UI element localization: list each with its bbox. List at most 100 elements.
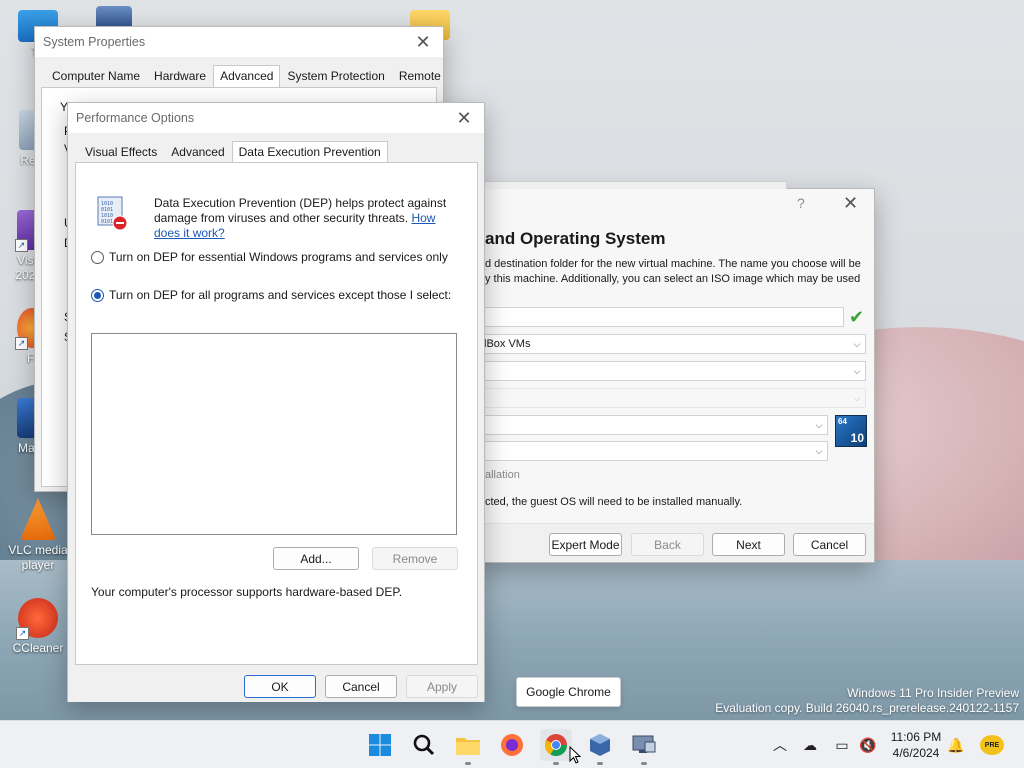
window-title: System Properties [43,35,146,49]
dep-shield-icon: 1010 0101 1010 0101 [97,196,128,231]
clock-time: 11:06 PM [890,730,942,744]
chrome-button[interactable] [540,729,572,765]
vm-folder-select[interactable]: lBox VMs ⌵ [479,334,866,354]
taskbar-tooltip: Google Chrome [516,677,621,707]
back-button: Back [631,533,704,556]
apply-button: Apply [406,675,478,698]
manual-install-note: cted, the guest OS will need to be insta… [485,496,743,508]
next-button[interactable]: Next [712,533,785,556]
onedrive-offline-icon[interactable]: ☁ [800,735,820,755]
help-icon[interactable]: ? [797,195,805,211]
skip-unattended-label[interactable]: allation [485,469,520,481]
radio-all-except[interactable] [91,288,104,302]
firefox-button[interactable] [496,729,528,761]
radio-essential-label: Turn on DEP for essential Windows progra… [109,250,448,264]
dep-exceptions-list[interactable] [91,333,457,535]
shortcut-arrow-icon: ↗ [15,337,28,350]
os-version-select[interactable]: ⌵ [479,441,828,461]
chevron-down-icon: ⌵ [815,445,823,456]
firefox-icon [501,734,523,756]
remove-button: Remove [372,547,458,570]
close-icon[interactable]: ✕ [403,27,443,57]
running-indicator [597,762,603,765]
vm-folder-value: lBox VMs [484,338,531,350]
ok-button[interactable]: OK [244,675,316,698]
iso-image-select[interactable]: ⌵ [479,361,866,381]
valid-checkmark-icon: ✔ [849,307,865,327]
network-icon[interactable]: ▭ [832,735,852,755]
chevron-down-icon: ⌵ [815,419,823,430]
dep-panel: 1010 0101 1010 0101 Data Execution Preve… [75,162,478,665]
radio-all-except-label: Turn on DEP for all programs and service… [109,288,452,302]
ccleaner-icon: ↗ [16,598,58,640]
shortcut-arrow-icon: ↗ [15,239,28,252]
system-properties-titlebar: System Properties ✕ [35,27,443,57]
close-icon[interactable]: ✕ [843,193,858,214]
watermark-line2: Evaluation copy. Build 26040.rs_prerelea… [715,701,1019,715]
start-icon [369,734,391,756]
cancel-button[interactable]: Cancel [793,533,866,556]
background-window-edge [471,181,787,189]
os-badge-version: 10 [850,431,864,445]
running-indicator [465,762,471,765]
chevron-down-icon: ⌵ [853,338,861,349]
performance-options-tabs: Visual Effects Advanced Data Execution P… [68,141,484,164]
desktop-icon-vlc[interactable]: VLC media player [6,498,70,573]
insider-pre-icon[interactable]: PRE [980,735,1004,755]
window-title: Performance Options [76,111,195,125]
wizard-description: d destination folder for the new virtual… [485,258,861,285]
file-explorer-button[interactable] [452,729,484,765]
chevron-down-icon: ⌵ [853,392,861,403]
running-indicator [641,762,647,765]
virtualbox-create-vm-window: ? ✕ and Operating System d destination f… [470,181,875,563]
os-watermark: Windows 11 Pro Insider Preview Evaluatio… [715,686,1019,716]
start-button[interactable] [364,729,396,761]
running-indicator [553,762,559,765]
system-monitor-button[interactable] [628,729,660,765]
shortcut-arrow-icon: ↗ [16,627,29,640]
taskbar: ︿ ☁ ▭ 🔇 🔔 PRE 11:06 PM 4/6/2024 [0,720,1024,768]
tab-data-execution-prevention[interactable]: Data Execution Prevention [231,141,388,164]
close-icon[interactable]: ✕ [444,103,484,133]
system-properties-tabs: Computer Name Hardware Advanced System P… [35,65,443,88]
clock[interactable]: 11:06 PM 4/6/2024 [888,729,944,761]
search-button[interactable] [408,729,440,761]
windows-10-64-os-icon: 64 10 [835,415,867,447]
virtualbox-icon [590,734,610,756]
vm-name-field[interactable] [479,307,844,327]
wizard-heading: and Operating System [485,229,666,248]
tab-hardware[interactable]: Hardware [147,65,213,87]
expert-mode-button[interactable]: Expert Mode [549,533,622,556]
chrome-icon [544,734,567,756]
watermark-line1: Windows 11 Pro Insider Preview [847,686,1019,700]
volume-muted-icon[interactable]: 🔇 [858,735,878,755]
desktop-icon-label: CCleaner [12,641,64,655]
dep-essential-option[interactable]: Turn on DEP for essential Windows progra… [91,250,448,264]
edition-select: ⌵ [479,388,866,408]
desktop-icon-ccleaner[interactable]: ↗ CCleaner [6,598,70,656]
tab-computer-name[interactable]: Computer Name [45,65,147,87]
vlc-icon [20,498,56,540]
radio-essential[interactable] [91,250,104,264]
dep-all-option[interactable]: Turn on DEP for all programs and service… [91,288,451,302]
search-icon [413,734,435,756]
tab-system-protection[interactable]: System Protection [280,65,391,87]
wizard-button-bar: Expert Mode Back Next Cancel [471,523,874,562]
tab-advanced[interactable]: Advanced [164,141,231,163]
add-button[interactable]: Add... [273,547,359,570]
os-type-select[interactable]: ⌵ [479,415,828,435]
file-explorer-icon [456,738,480,755]
os-badge-bits: 64 [838,417,847,426]
performance-options-titlebar: Performance Options ✕ [68,103,484,133]
tab-remote[interactable]: Remote [392,65,448,87]
virtualbox-button[interactable] [584,729,616,765]
clock-date: 4/6/2024 [892,746,940,760]
chevron-up-icon[interactable]: ︿ [770,735,790,755]
cancel-button[interactable]: Cancel [325,675,397,698]
performance-options-window: Performance Options ✕ Visual Effects Adv… [67,102,485,702]
tab-advanced[interactable]: Advanced [213,65,281,88]
tab-visual-effects[interactable]: Visual Effects [78,141,164,163]
svg-text:0101: 0101 [101,219,113,225]
notification-bell-icon[interactable]: 🔔 [946,735,966,755]
dep-description-text: Data Execution Prevention (DEP) helps pr… [154,196,447,225]
